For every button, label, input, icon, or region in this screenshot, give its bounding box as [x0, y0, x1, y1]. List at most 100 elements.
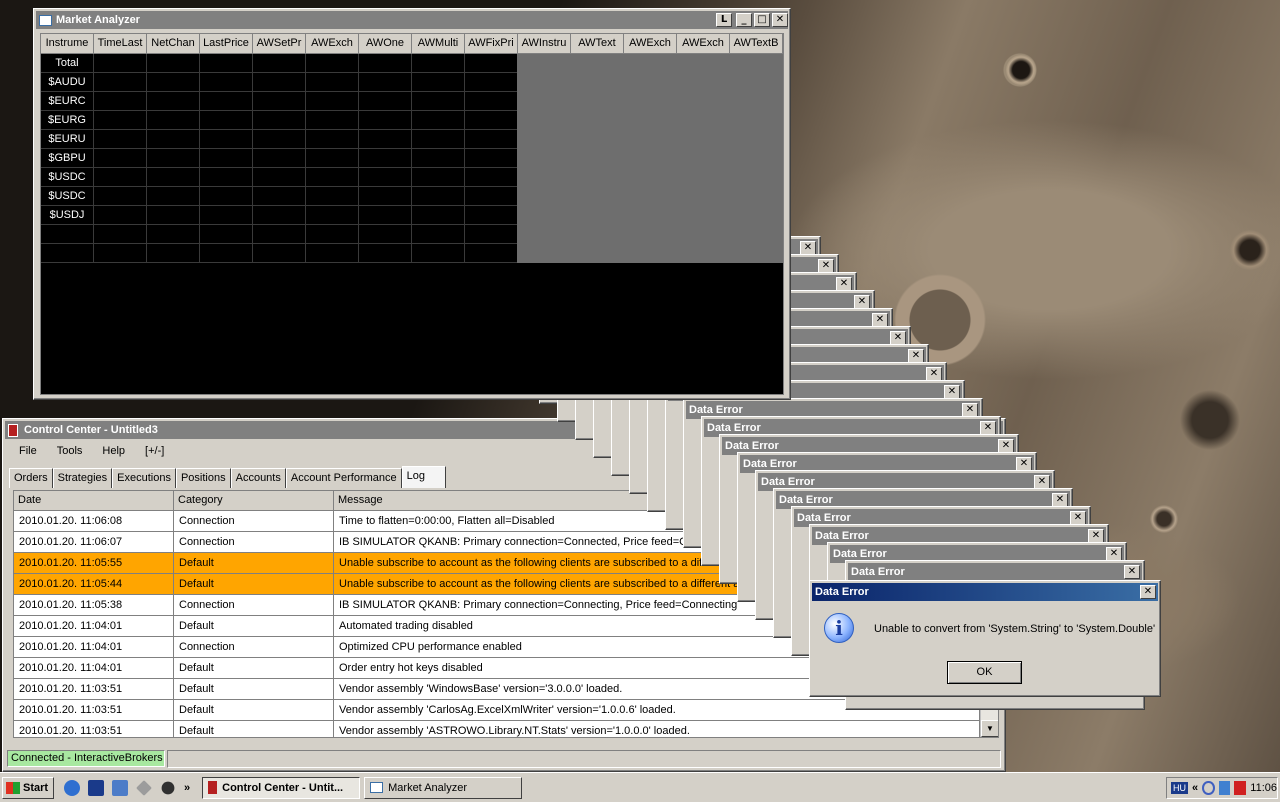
- column-header[interactable]: AWText: [571, 34, 624, 54]
- data-error-title: Data Error: [815, 586, 869, 598]
- tray-chevron[interactable]: «: [1192, 782, 1198, 794]
- taskbar: Start » Control Center - Untit... Market…: [0, 772, 1280, 802]
- grid-cell: [465, 244, 518, 263]
- data-error-dialog[interactable]: Data Error ✕ i Unable to convert from 'S…: [809, 580, 1161, 697]
- grid-cell: [94, 92, 147, 111]
- close-icon[interactable]: ✕: [1106, 547, 1122, 561]
- column-header[interactable]: AWTextB: [730, 34, 783, 54]
- menu-help[interactable]: Help: [92, 445, 135, 457]
- grid-cell: [359, 92, 412, 111]
- network-icon[interactable]: [136, 779, 152, 796]
- close-icon[interactable]: ✕: [926, 367, 942, 381]
- application-icon[interactable]: [112, 779, 128, 796]
- close-icon[interactable]: ✕: [962, 403, 978, 417]
- quick-launch-chevron[interactable]: »: [184, 782, 190, 794]
- close-icon[interactable]: ✕: [836, 277, 852, 291]
- column-header[interactable]: NetChan: [147, 34, 200, 54]
- grid-cell: [306, 111, 359, 130]
- menu-toggle-panels[interactable]: [+/-]: [135, 445, 174, 457]
- internet-explorer-icon[interactable]: [64, 779, 80, 796]
- log-header-category[interactable]: Category: [174, 491, 334, 511]
- column-header[interactable]: AWExch: [306, 34, 359, 54]
- tab-strategies[interactable]: Strategies: [52, 468, 113, 488]
- data-error-titlebar[interactable]: Data Error ✕: [848, 563, 1142, 581]
- tab-positions[interactable]: Positions: [175, 468, 231, 488]
- search-icon[interactable]: [1202, 781, 1215, 795]
- close-icon[interactable]: ✕: [1034, 475, 1050, 489]
- log-row[interactable]: 2010.01.20. 11:03:51 Default Vendor assemb…: [14, 721, 998, 737]
- performance-monitor-icon[interactable]: [88, 779, 104, 796]
- start-button[interactable]: Start: [2, 776, 54, 799]
- tab-accounts[interactable]: Accounts: [230, 468, 286, 488]
- menu-file[interactable]: File: [9, 445, 47, 457]
- close-icon[interactable]: ✕: [944, 385, 960, 399]
- close-icon[interactable]: ✕: [1124, 565, 1140, 579]
- antivirus-icon[interactable]: [1234, 781, 1247, 795]
- data-error-title: Data Error: [797, 512, 851, 524]
- log-category: Connection: [174, 595, 334, 616]
- maximize-button[interactable]: □: [754, 13, 770, 27]
- close-icon[interactable]: ✕: [1070, 511, 1086, 525]
- link-button[interactable]: L: [716, 13, 732, 27]
- column-header[interactable]: AWMulti: [412, 34, 465, 54]
- close-icon[interactable]: ✕: [818, 259, 834, 273]
- data-error-title: Data Error: [707, 422, 761, 434]
- dialog-close-button[interactable]: ✕: [1140, 585, 1156, 599]
- log-date: 2010.01.20. 11:03:51: [14, 721, 174, 737]
- close-icon[interactable]: ✕: [872, 313, 888, 327]
- tab-strip: Orders Strategies Executions Positions A…: [9, 466, 446, 488]
- market-analyzer-grid[interactable]: Instrume TimeLast NetChan LastPrice AWSetPr A…: [40, 33, 784, 395]
- close-icon[interactable]: ✕: [1052, 493, 1068, 507]
- scroll-down-arrow-icon[interactable]: ▼: [981, 720, 998, 737]
- grid-cell: [147, 244, 200, 263]
- close-icon[interactable]: ✕: [1088, 529, 1104, 543]
- close-icon[interactable]: ✕: [1016, 457, 1032, 471]
- close-icon[interactable]: ✕: [980, 421, 996, 435]
- control-center-app-icon: [8, 423, 18, 437]
- instrument-name: [41, 244, 94, 263]
- column-header[interactable]: Instrume: [41, 34, 94, 54]
- market-analyzer-titlebar[interactable]: Market Analyzer L _ □ ✕: [36, 11, 788, 29]
- tab-executions[interactable]: Executions: [112, 468, 176, 488]
- data-error-titlebar[interactable]: Data Error ✕: [812, 583, 1158, 601]
- grid-cell: [359, 73, 412, 92]
- task-control-center[interactable]: Control Center - Untit...: [202, 776, 361, 799]
- tab-log[interactable]: Log: [401, 466, 446, 488]
- close-button[interactable]: ✕: [772, 13, 788, 27]
- column-header[interactable]: AWExch: [624, 34, 677, 54]
- column-header[interactable]: AWSetPr: [253, 34, 306, 54]
- status-bar-filler: [167, 750, 1001, 768]
- grid-cell: [253, 168, 306, 187]
- close-icon[interactable]: ✕: [854, 295, 870, 309]
- column-header[interactable]: LastPrice: [200, 34, 253, 54]
- tool-icon[interactable]: [161, 781, 175, 794]
- grid-cell: [147, 187, 200, 206]
- column-header[interactable]: TimeLast: [94, 34, 147, 54]
- ok-button[interactable]: OK: [947, 661, 1022, 684]
- tab-orders[interactable]: Orders: [9, 468, 53, 488]
- tab-account-performance[interactable]: Account Performance: [285, 468, 402, 488]
- instrument-name: $USDC: [41, 187, 94, 206]
- instrument-name: $EURG: [41, 111, 94, 130]
- log-header-date[interactable]: Date: [14, 491, 174, 511]
- close-icon[interactable]: ✕: [800, 241, 816, 255]
- grid-cell: [465, 130, 518, 149]
- task-market-analyzer[interactable]: Market Analyzer: [364, 776, 523, 799]
- close-icon[interactable]: ✕: [908, 349, 924, 363]
- network-tray-icon[interactable]: [1218, 781, 1231, 795]
- grid-cell: [253, 130, 306, 149]
- data-error-title: Data Error: [761, 476, 815, 488]
- language-indicator[interactable]: HU: [1171, 782, 1188, 794]
- column-header[interactable]: AWFixPri: [465, 34, 518, 54]
- grid-cell: [94, 168, 147, 187]
- grid-cell: [94, 187, 147, 206]
- market-analyzer-window[interactable]: Market Analyzer L _ □ ✕ Instrume TimeLast…: [33, 8, 791, 400]
- close-icon[interactable]: ✕: [890, 331, 906, 345]
- close-icon[interactable]: ✕: [998, 439, 1014, 453]
- minimize-button[interactable]: _: [736, 13, 752, 27]
- column-header[interactable]: AWExch: [677, 34, 730, 54]
- column-header[interactable]: AWOne: [359, 34, 412, 54]
- column-header[interactable]: AWInstru: [518, 34, 571, 54]
- grid-cell: [200, 168, 253, 187]
- menu-tools[interactable]: Tools: [47, 445, 93, 457]
